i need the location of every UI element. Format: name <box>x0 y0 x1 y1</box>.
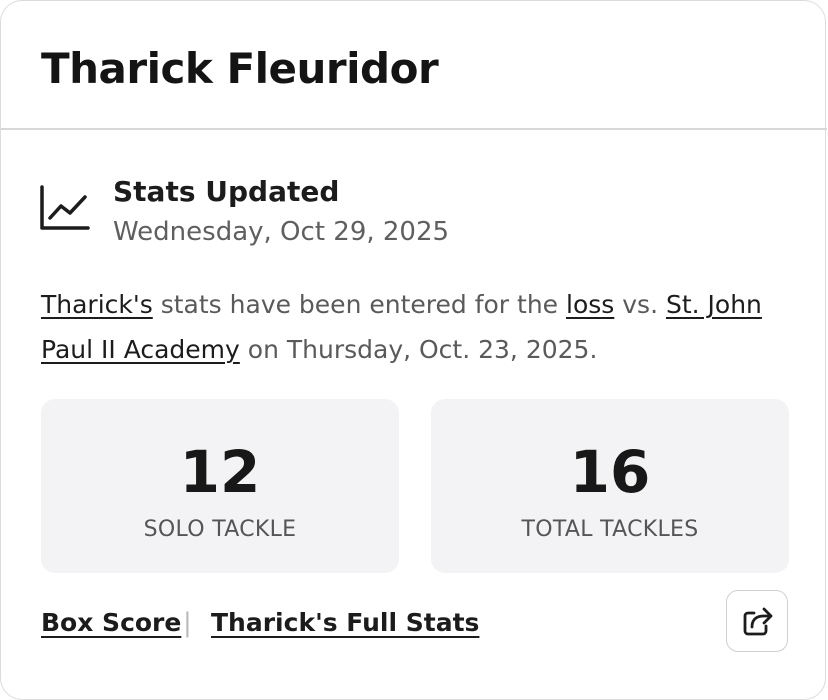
share-icon <box>743 607 773 636</box>
stat-tile-total-tackles: 16 TOTAL TACKLES <box>431 399 789 573</box>
summary-text-2: vs. <box>614 290 666 319</box>
player-link[interactable]: Tharick's <box>41 290 153 319</box>
summary-text-1: stats have been entered for the <box>152 290 566 319</box>
update-title: Stats Updated <box>113 175 340 208</box>
card-header: Tharick Fleuridor <box>1 1 827 130</box>
share-button[interactable] <box>726 590 788 652</box>
stat-label: SOLO TACKLE <box>143 517 297 542</box>
full-stats-link[interactable]: Tharick's Full Stats <box>211 605 479 641</box>
game-result-link[interactable]: loss <box>566 290 614 319</box>
line-chart-icon <box>40 185 90 230</box>
stat-value: 12 <box>179 438 261 506</box>
stats-update-card: Tharick Fleuridor Stats Updated Wednesda… <box>0 0 827 700</box>
stat-label: TOTAL TACKLES <box>521 517 699 542</box>
stat-value: 16 <box>569 438 651 506</box>
update-summary: Tharick's stats have been entered for th… <box>41 282 791 372</box>
box-score-link[interactable]: Box Score <box>41 605 181 641</box>
stat-tile-solo-tackle: 12 SOLO TACKLE <box>41 399 399 573</box>
update-date: Wednesday, Oct 29, 2025 <box>113 217 450 247</box>
footer-divider: | <box>183 608 192 638</box>
player-name: Tharick Fleuridor <box>41 44 439 93</box>
summary-text-3: on Thursday, Oct. 23, 2025. <box>239 335 598 364</box>
